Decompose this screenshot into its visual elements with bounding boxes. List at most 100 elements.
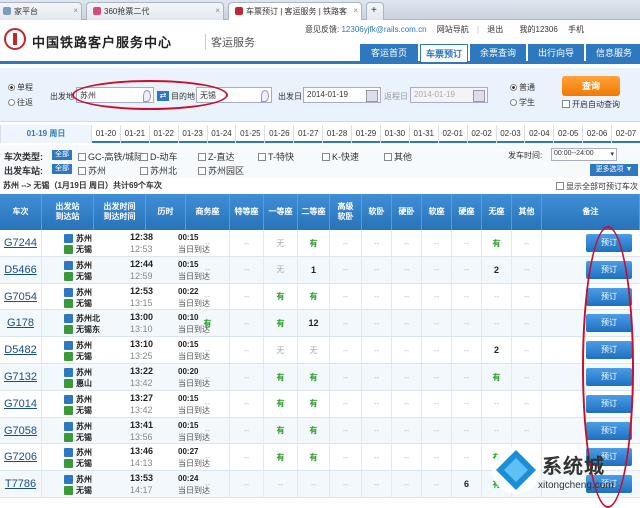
logout-link[interactable]: 退出 [487,25,503,34]
site-nav-link[interactable]: 网站导航 [437,25,469,34]
nav-home[interactable]: 客运首页 [360,44,418,62]
seat-availability-cell: -- [264,471,298,498]
seat-count: -- [342,345,349,355]
seat-count: 有 [309,292,318,302]
seat-availability-cell: -- [452,417,482,444]
date-tab[interactable]: 01-30 [379,125,409,143]
train-type-option[interactable]: GC-高铁/城际 [78,150,143,163]
depart-time: 13:00 [130,312,154,323]
station-option[interactable]: 苏州园区 [198,164,244,177]
train-number-link[interactable]: D5466 [4,264,36,276]
train-number-link[interactable]: G7206 [4,451,37,463]
seat-count: -- [204,426,211,436]
train-type-all-button[interactable]: 全部 [52,150,72,160]
trip-type-oneway[interactable]: 单程 [8,82,33,93]
close-icon[interactable]: × [353,6,358,15]
seat-availability-cell: -- [230,444,264,471]
date-tab[interactable]: 02-06 [582,125,611,143]
nav-ticket-booking[interactable]: 车票预订 [420,44,468,62]
seat-count: 无 [276,238,285,248]
date-tab[interactable]: 02-03 [495,125,525,143]
depart-station-icon [64,314,73,324]
nav-info-service[interactable]: 信息服务 [586,44,640,62]
date-tab[interactable]: 01-19 周日 [0,125,91,143]
date-tab[interactable]: 02-07 [611,125,640,143]
train-number-link[interactable]: G7058 [4,425,37,437]
browser-tab-2[interactable]: 360抢票二代 × [86,2,224,20]
seat-count: -- [243,479,250,489]
date-tab[interactable]: 01-31 [408,125,438,143]
radio-icon [510,99,517,106]
date-tab[interactable]: 01-22 [148,125,178,143]
date-tab[interactable]: 02-01 [437,125,467,143]
auto-query-checkbox[interactable]: 开启自动查询 [562,99,620,110]
passenger-normal[interactable]: 普通 [510,82,535,93]
depart-station: 苏州 [76,260,92,270]
date-tab[interactable]: 01-27 [293,125,322,143]
date-tab[interactable]: 01-21 [119,125,149,143]
show-all-checkbox[interactable]: 显示全部可预订车次 [556,181,638,192]
train-number-link[interactable]: G7054 [4,291,37,303]
feedback-email-link[interactable]: 12306yjfk@rails.com.cn [341,25,426,34]
table-column-header[interactable]: 出发时间 到达时间 [94,194,146,230]
browser-tab-active[interactable]: 车票预订 | 客运服务 | 铁路客 × [228,2,362,21]
depart-date-input[interactable]: 2014-01-19 [303,87,381,103]
date-tab[interactable]: 01-28 [322,125,351,143]
train-type-option[interactable]: T-特快 [258,150,294,163]
train-number-link[interactable]: G7244 [4,237,37,249]
depart-station: 苏州 [76,287,92,297]
train-type-option[interactable]: 其他 [384,150,412,163]
seat-availability-cell: -- [362,256,392,283]
train-type-option[interactable]: D-动车 [140,150,178,163]
seat-count: -- [433,399,440,409]
checkbox-icon [140,153,148,161]
date-tab[interactable]: 01-20 [91,125,120,143]
train-type-option[interactable]: K-快速 [322,150,359,163]
train-number-link[interactable]: T7786 [5,478,36,490]
arrive-station-icon [64,325,73,335]
return-date-input[interactable]: 2014-01-19 [410,87,488,103]
date-tab[interactable]: 01-26 [264,125,293,143]
date-tab[interactable]: 01-23 [177,125,207,143]
train-type-option[interactable]: Z-直达 [198,150,235,163]
date-tab[interactable]: 02-05 [553,125,582,143]
date-tab[interactable]: 01-25 [235,125,264,143]
station-all-button[interactable]: 全部 [52,164,72,174]
close-icon[interactable]: × [73,6,78,15]
checkbox-icon [198,153,206,161]
train-number-link[interactable]: D5482 [4,344,36,356]
nav-remaining-tickets[interactable]: 余票查询 [470,44,526,62]
date-tab[interactable]: 01-24 [206,125,236,143]
train-type-label: 其他 [394,152,413,162]
trip-type-roundtrip[interactable]: 往返 [8,97,33,108]
seat-availability-cell: 12 [298,310,330,337]
browser-tab-1[interactable]: 家平台 × [0,2,82,20]
nav-travel-guide[interactable]: 出行向导 [528,44,584,62]
train-number-cell: G178 [0,310,42,337]
depart-time-select[interactable]: 00:00--24:00 ▾ [551,148,617,161]
mobile-link[interactable]: 手机 [568,25,584,34]
date-tab[interactable]: 02-04 [524,125,553,143]
seat-availability-cell: 有 [264,417,298,444]
train-number-link[interactable]: G178 [7,317,34,329]
date-tab[interactable]: 02-02 [466,125,496,143]
date-tab[interactable]: 01-29 [351,125,380,143]
date-label: 出发日 [278,92,302,101]
train-number-link[interactable]: G7014 [4,398,37,410]
checkbox-icon [322,153,330,161]
seat-availability-cell: -- [186,364,230,390]
passenger-student[interactable]: 学生 [510,97,535,108]
my12306-link[interactable]: 我的12306 [520,25,558,34]
query-button[interactable]: 查询 [562,76,620,96]
table-column-header[interactable]: 历时 [146,194,186,230]
calendar-icon [473,90,485,102]
station-option[interactable]: 苏州 [78,164,106,177]
more-options-button[interactable]: 更多选项 ▼ [590,164,638,176]
calendar-icon [366,90,378,102]
seat-count: -- [243,345,250,355]
new-tab-button[interactable]: + [366,2,384,20]
train-number-link[interactable]: G7132 [4,371,37,383]
arrive-station-icon [64,271,73,281]
close-icon[interactable]: × [215,6,220,15]
station-option[interactable]: 苏州北 [140,164,177,177]
